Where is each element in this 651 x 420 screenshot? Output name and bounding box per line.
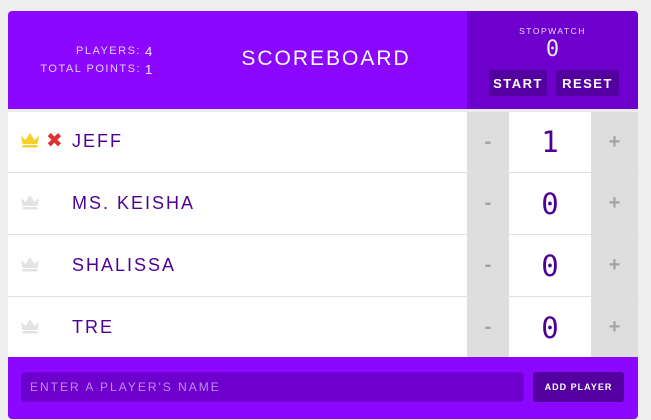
stopwatch-label: STOPWATCH — [519, 26, 586, 36]
crown-icon — [21, 133, 39, 148]
decrement-button[interactable]: - — [467, 112, 509, 172]
player-name: TRE — [72, 317, 114, 337]
scoreboard: PLAYERS: 4 TOTAL POINTS: 1 SCOREBOARD ST… — [8, 11, 638, 419]
score-counter: - 0 + — [467, 235, 638, 296]
player-name-input[interactable] — [21, 372, 524, 402]
score-counter: - 0 + — [467, 297, 638, 358]
crown-icon — [21, 257, 39, 272]
increment-button[interactable]: + — [591, 112, 638, 172]
player-row: SHALISSA - 0 + — [8, 235, 638, 297]
players-count: 4 — [145, 43, 153, 59]
total-points-label: TOTAL POINTS: — [40, 63, 141, 75]
stats-panel: PLAYERS: 4 TOTAL POINTS: 1 — [8, 42, 158, 78]
player-list: ✖ JEFF - 1 + MS. KEISHA - 0 + SHALISSA -… — [8, 109, 638, 359]
player-score: 0 — [541, 186, 559, 221]
stopwatch-time: 0 — [545, 37, 560, 62]
total-points-count: 1 — [145, 61, 153, 77]
reset-button[interactable]: RESET — [556, 70, 619, 96]
player-name: SHALISSA — [72, 255, 177, 275]
add-player-button[interactable]: ADD PLAYER — [533, 372, 624, 402]
score-counter: - 1 + — [467, 112, 638, 172]
players-label: PLAYERS: — [76, 45, 141, 57]
player-score: 0 — [541, 248, 559, 283]
crown-icon — [21, 195, 39, 210]
header: PLAYERS: 4 TOTAL POINTS: 1 SCOREBOARD ST… — [8, 11, 638, 109]
remove-player-icon[interactable]: ✖ — [46, 129, 63, 153]
player-name: JEFF — [72, 131, 123, 151]
crown-icon — [21, 319, 39, 334]
decrement-button[interactable]: - — [467, 235, 509, 296]
increment-button[interactable]: + — [591, 173, 638, 234]
player-score: 1 — [541, 125, 559, 159]
player-row: ✖ JEFF - 1 + — [8, 109, 638, 173]
score-counter: - 0 + — [467, 173, 638, 234]
increment-button[interactable]: + — [591, 297, 638, 358]
add-player-form: ADD PLAYER — [8, 357, 638, 419]
decrement-button[interactable]: - — [467, 173, 509, 234]
player-row: MS. KEISHA - 0 + — [8, 173, 638, 235]
players-stat: PLAYERS: 4 — [8, 42, 158, 60]
increment-button[interactable]: + — [591, 235, 638, 296]
player-score: 0 — [541, 310, 559, 345]
start-button[interactable]: START — [489, 70, 547, 96]
player-name: MS. KEISHA — [72, 193, 196, 213]
player-row: TRE - 0 + — [8, 297, 638, 359]
total-points-stat: TOTAL POINTS: 1 — [8, 60, 158, 78]
stopwatch: STOPWATCH 0 START RESET — [467, 11, 638, 109]
page-title: SCOREBOARD — [241, 47, 411, 70]
decrement-button[interactable]: - — [467, 297, 509, 358]
